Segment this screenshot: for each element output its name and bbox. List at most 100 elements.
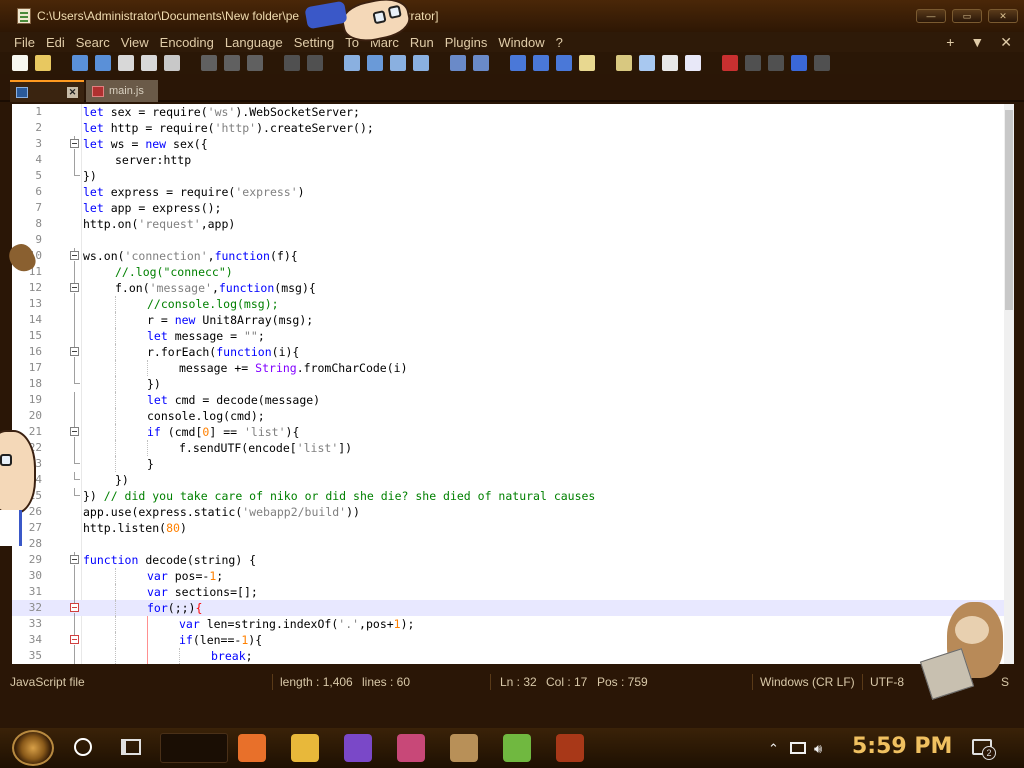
code-line[interactable]: 21 if (cmd[0] == 'list'){ — [12, 424, 1014, 440]
fold-toggle-icon[interactable] — [70, 139, 79, 148]
code-line[interactable]: 4 server:http — [12, 152, 1014, 168]
fold-toggle-icon[interactable] — [70, 283, 79, 292]
close-all-icon[interactable] — [141, 55, 157, 71]
doc-map-icon[interactable] — [616, 55, 632, 71]
code-line[interactable]: 19 let cmd = decode(message) — [12, 392, 1014, 408]
code-line[interactable]: 18}) — [12, 376, 1014, 392]
new-tab-button[interactable]: + — [946, 34, 954, 51]
all-chars-icon[interactable] — [533, 55, 549, 71]
code-line[interactable]: 8 http.on('request',app) — [12, 216, 1014, 232]
code-line[interactable]: 28 — [12, 536, 1014, 552]
paste-icon[interactable] — [247, 55, 263, 71]
menu-item-file[interactable]: File — [14, 35, 35, 50]
code-line[interactable]: 11//.log("connecc") — [12, 264, 1014, 280]
code-line[interactable]: 25}) // did you take care of niko or did… — [12, 488, 1014, 504]
code-line[interactable]: 5}) — [12, 168, 1014, 184]
scrollbar-thumb[interactable] — [1005, 110, 1013, 310]
function-list-icon[interactable] — [639, 55, 655, 71]
close-tab-icon[interactable]: ✕ — [67, 86, 78, 98]
fold-toggle-icon[interactable] — [70, 251, 79, 260]
tab-active-document[interactable]: ✕ — [10, 80, 84, 102]
menu-item-searc[interactable]: Searc — [76, 35, 110, 50]
fold-toggle-icon[interactable] — [70, 555, 79, 564]
code-line[interactable]: 1 let sex = require('ws').WebSocketServer… — [12, 104, 1014, 120]
indent-guide-icon[interactable] — [556, 55, 572, 71]
chevron-up-icon[interactable]: ⌃ — [768, 741, 779, 757]
code-line[interactable]: 15 let message = ""; — [12, 328, 1014, 344]
play-macro-icon[interactable] — [768, 55, 784, 71]
menu-item-[interactable]: ? — [556, 35, 563, 50]
code-line[interactable]: 31 var sections=[]; — [12, 584, 1014, 600]
record-macro-icon[interactable] — [722, 55, 738, 71]
code-line[interactable]: 23} — [12, 456, 1014, 472]
open-file-icon[interactable] — [35, 55, 51, 71]
taskbar-clock[interactable]: 5:59 PM — [852, 734, 952, 759]
save-icon[interactable] — [72, 55, 88, 71]
run-macro-icon[interactable] — [791, 55, 807, 71]
menu-item-setting[interactable]: Setting — [294, 35, 334, 50]
replace-icon[interactable] — [367, 55, 383, 71]
redo-icon[interactable] — [307, 55, 323, 71]
find-icon[interactable] — [344, 55, 360, 71]
code-line[interactable]: 3 let ws = new sex({ — [12, 136, 1014, 152]
menu-item-edi[interactable]: Edi — [46, 35, 65, 50]
code-line[interactable]: 17 message += String.fromCharCode(i) — [12, 360, 1014, 376]
vertical-scrollbar[interactable] — [1004, 104, 1014, 664]
code-line[interactable]: 29 function decode(string) { — [12, 552, 1014, 568]
code-line[interactable]: 14 r = new Unit8Array(msg); — [12, 312, 1014, 328]
save-macro-icon[interactable] — [814, 55, 830, 71]
menu-item-encoding[interactable]: Encoding — [160, 35, 214, 50]
close-icon[interactable] — [118, 55, 134, 71]
code-line[interactable]: 33 var len=string.indexOf('.',pos+1); — [12, 616, 1014, 632]
copy-icon[interactable] — [224, 55, 240, 71]
volume-icon[interactable]: 🔊︎ — [814, 741, 822, 757]
code-line[interactable]: 27 http.listen(80) — [12, 520, 1014, 536]
taskbar-app-firefox-icon[interactable] — [238, 734, 266, 762]
code-line[interactable]: 9 — [12, 232, 1014, 248]
code-line[interactable]: 34 if(len==-1){ — [12, 632, 1014, 648]
wrap-icon[interactable] — [510, 55, 526, 71]
fold-toggle-icon[interactable] — [70, 635, 79, 644]
taskbar-app-media-app-icon[interactable] — [556, 734, 584, 762]
fold-toggle-icon[interactable] — [70, 347, 79, 356]
udl-icon[interactable] — [579, 55, 595, 71]
close-window-button[interactable]: ✕ — [988, 9, 1018, 23]
code-line[interactable]: 32 for(;;){ — [12, 600, 1014, 616]
menu-item-language[interactable]: Language — [225, 35, 283, 50]
cut-icon[interactable] — [201, 55, 217, 71]
code-line[interactable]: 13 //console.log(msg); — [12, 296, 1014, 312]
code-line[interactable]: 30 var pos=-1; — [12, 568, 1014, 584]
maximize-button[interactable]: ▭ — [952, 9, 982, 23]
code-line[interactable]: 24}) — [12, 472, 1014, 488]
zoom-out-icon[interactable] — [413, 55, 429, 71]
code-line[interactable]: 22 f.sendUTF(encode['list']) — [12, 440, 1014, 456]
taskbar-search-box[interactable] — [160, 733, 228, 763]
tab-main-js[interactable]: main.js — [86, 80, 158, 102]
code-line[interactable]: 16 r.forEach(function(i){ — [12, 344, 1014, 360]
code-editor[interactable]: 1 let sex = require('ws').WebSocketServer… — [12, 104, 1014, 664]
print-icon[interactable] — [164, 55, 180, 71]
taskbar-app-image-app-icon[interactable] — [450, 734, 478, 762]
cortana-icon[interactable] — [74, 738, 92, 756]
menu-item-run[interactable]: Run — [410, 35, 434, 50]
code-line[interactable]: 35 break; — [12, 648, 1014, 664]
code-line[interactable]: 6 let express = require('express') — [12, 184, 1014, 200]
taskbar-app-game-app-icon[interactable] — [397, 734, 425, 762]
sync-v-icon[interactable] — [450, 55, 466, 71]
task-view-icon[interactable] — [121, 739, 141, 755]
notepad-app-icon[interactable] — [17, 8, 31, 24]
code-line[interactable]: 10 ws.on('connection',function(f){ — [12, 248, 1014, 264]
code-line[interactable]: 12 f.on('message',function(msg){ — [12, 280, 1014, 296]
menu-item-plugins[interactable]: Plugins — [445, 35, 488, 50]
menu-item-view[interactable]: View — [121, 35, 149, 50]
network-icon[interactable] — [790, 742, 806, 754]
stop-macro-icon[interactable] — [745, 55, 761, 71]
taskbar-app-visual-studio-icon[interactable] — [344, 734, 372, 762]
monitor-icon[interactable] — [685, 55, 701, 71]
minimize-button[interactable]: — — [916, 9, 946, 23]
new-file-icon[interactable] — [12, 55, 28, 71]
taskbar-app-file-explorer-icon[interactable] — [291, 734, 319, 762]
undo-icon[interactable] — [284, 55, 300, 71]
taskbar-app-notepad-plus-icon[interactable] — [503, 734, 531, 762]
code-line[interactable]: 26 app.use(express.static('webapp2/build'… — [12, 504, 1014, 520]
